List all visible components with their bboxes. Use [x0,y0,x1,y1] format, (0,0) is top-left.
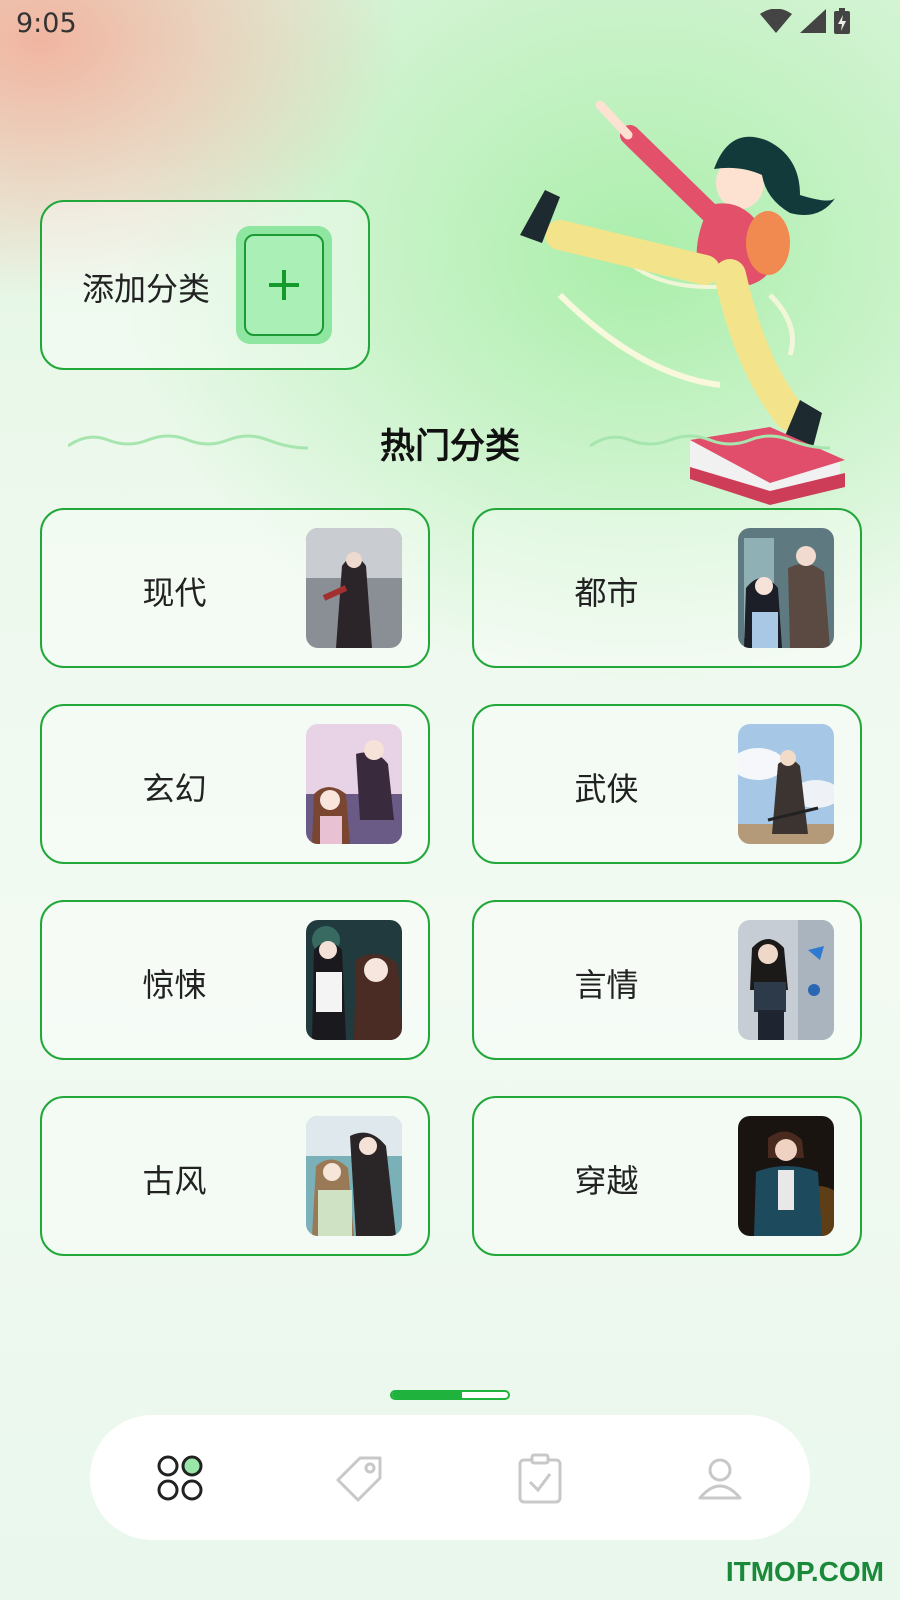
category-label: 古风 [142,1162,207,1200]
category-card[interactable]: 武侠 [472,704,862,864]
bottom-tab-bar [90,1415,810,1540]
tag-icon [336,1456,382,1501]
category-card[interactable]: 现代 [40,508,430,668]
category-card[interactable]: 惊悚 [40,900,430,1060]
tab-categories[interactable] [145,1443,215,1513]
category-cover-image [738,724,834,844]
category-cover-image [306,1116,402,1236]
category-label: 都市 [574,574,639,612]
category-label: 言情 [574,966,639,1004]
tab-tags[interactable] [325,1443,395,1513]
watermark: ITMOP.COM [725,1556,884,1587]
status-bar: 9:05 [0,0,900,50]
add-category-card: 添加分类 [40,200,370,370]
status-icons [760,8,850,34]
category-label: 惊悚 [142,966,207,1004]
category-label: 武侠 [574,770,639,808]
category-card[interactable]: 言情 [472,900,862,1060]
category-cover-image [306,920,402,1040]
cell-signal-icon [800,9,826,33]
wifi-icon [760,9,792,33]
category-card[interactable]: 都市 [472,508,862,668]
add-category-label: 添加分类 [82,270,211,308]
page-indicator-fill [392,1392,462,1398]
category-cover-image [738,528,834,648]
category-card[interactable]: 玄幻 [40,704,430,864]
plus-icon [244,234,324,336]
category-cover-image [738,1116,834,1236]
wave-divider-right [590,434,830,450]
add-category-button[interactable] [236,226,332,344]
tab-profile[interactable] [685,1443,755,1513]
battery-charging-icon [834,8,850,34]
category-card[interactable]: 古风 [40,1096,430,1256]
category-label: 玄幻 [142,770,207,808]
category-cover-image [306,724,402,844]
category-card[interactable]: 穿越 [472,1096,862,1256]
page-indicator [390,1390,510,1400]
category-cover-image [738,920,834,1040]
category-label: 现代 [142,574,207,612]
tab-tasks[interactable] [505,1443,575,1513]
category-cover-image [306,528,402,648]
user-icon [698,1458,742,1499]
clipboard-check-icon [518,1453,562,1503]
categories-icon [157,1455,203,1500]
category-label: 穿越 [574,1162,639,1200]
status-time: 9:05 [16,8,77,39]
